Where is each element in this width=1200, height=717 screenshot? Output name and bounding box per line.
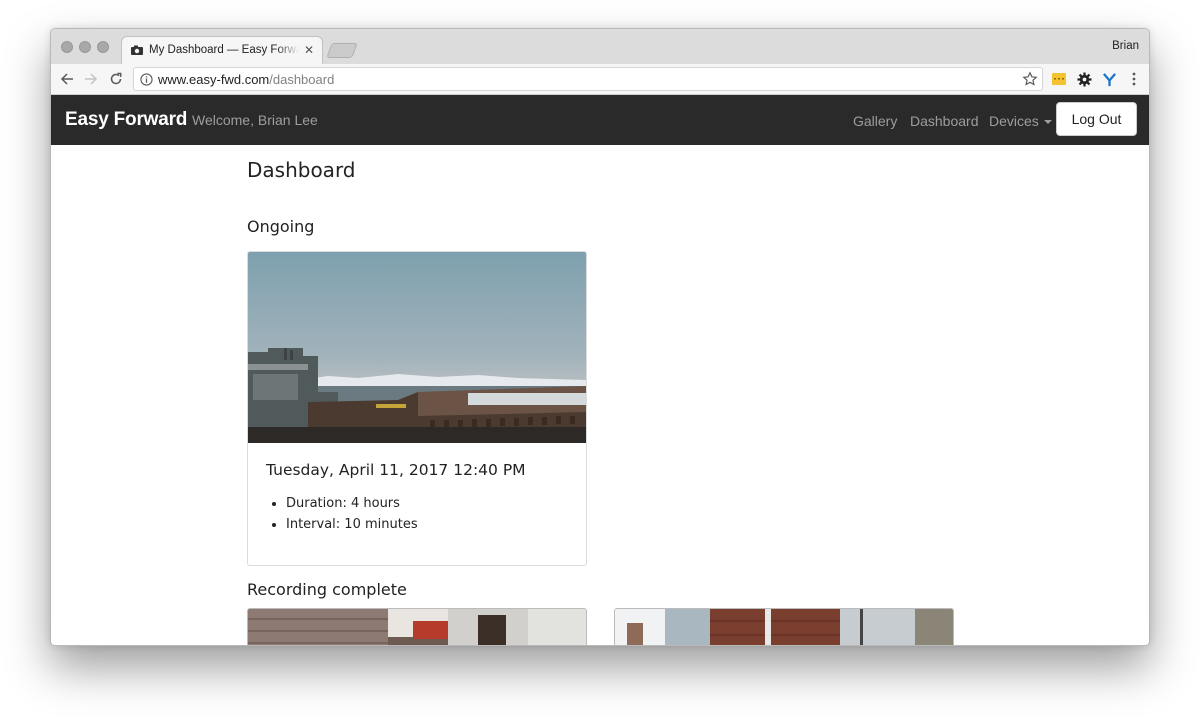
star-icon[interactable] [1022, 71, 1038, 87]
recording-interval: Interval: 10 minutes [286, 514, 418, 535]
minimize-window-button[interactable] [79, 41, 91, 53]
zoom-window-button[interactable] [97, 41, 109, 53]
reload-icon[interactable] [107, 70, 125, 88]
url-path: /dashboard [269, 72, 335, 87]
page-title: Dashboard [247, 158, 356, 182]
browser-window: My Dashboard — Easy Forward ✕ Brian www.… [50, 28, 1150, 646]
completed-recording-card[interactable] [247, 608, 587, 645]
page-viewport: Easy Forward Welcome, Brian Lee Gallery … [51, 95, 1149, 645]
url-text[interactable]: www.easy-fwd.com/dashboard [158, 72, 334, 87]
logout-button[interactable]: Log Out [1056, 102, 1137, 136]
kebab-menu-icon[interactable] [1126, 71, 1142, 87]
completed-thumbnail-image [248, 609, 586, 645]
new-tab-button[interactable] [326, 43, 358, 58]
nav-dropdown-devices[interactable]: Devices [989, 113, 1052, 129]
recording-thumbnail-image [248, 252, 586, 443]
extension-y-icon[interactable] [1101, 71, 1117, 87]
recording-date: Tuesday, April 11, 2017 12:40 PM [266, 461, 526, 479]
extension-notes-icon[interactable] [1051, 71, 1067, 87]
ongoing-heading: Ongoing [247, 217, 315, 236]
devices-label: Devices [989, 113, 1039, 129]
close-window-button[interactable] [61, 41, 73, 53]
profile-name[interactable]: Brian [1112, 40, 1139, 52]
nav-link-gallery[interactable]: Gallery [853, 113, 897, 129]
address-bar[interactable]: www.easy-fwd.com/dashboard [133, 67, 1043, 91]
url-host: www.easy-fwd.com [158, 72, 270, 87]
nav-link-dashboard[interactable]: Dashboard [910, 113, 979, 129]
completed-thumbnail-image [615, 609, 953, 645]
recording-duration: Duration: 4 hours [286, 493, 418, 514]
browser-toolbar: www.easy-fwd.com/dashboard [51, 64, 1149, 95]
browser-tab[interactable]: My Dashboard — Easy Forward ✕ [121, 36, 323, 65]
camera-icon [131, 45, 143, 55]
gear-icon[interactable] [1076, 71, 1092, 87]
close-icon[interactable]: ✕ [304, 43, 314, 57]
arrow-left-icon[interactable] [58, 70, 76, 88]
recording-complete-heading: Recording complete [247, 580, 407, 599]
ongoing-recording-card[interactable]: Tuesday, April 11, 2017 12:40 PM Duratio… [247, 251, 587, 566]
tab-strip: My Dashboard — Easy Forward ✕ Brian [51, 29, 1149, 65]
site-navbar: Easy Forward Welcome, Brian Lee Gallery … [51, 95, 1149, 145]
welcome-text: Welcome, Brian Lee [192, 112, 318, 128]
tab-title: My Dashboard — Easy Forward [149, 44, 299, 56]
completed-recording-card[interactable] [614, 608, 954, 645]
arrow-right-icon[interactable] [82, 70, 100, 88]
recording-details-list: Duration: 4 hours Interval: 10 minutes [286, 493, 418, 535]
info-icon[interactable] [140, 73, 153, 86]
brand-logo[interactable]: Easy Forward [65, 109, 187, 131]
chevron-down-icon [1043, 120, 1052, 125]
